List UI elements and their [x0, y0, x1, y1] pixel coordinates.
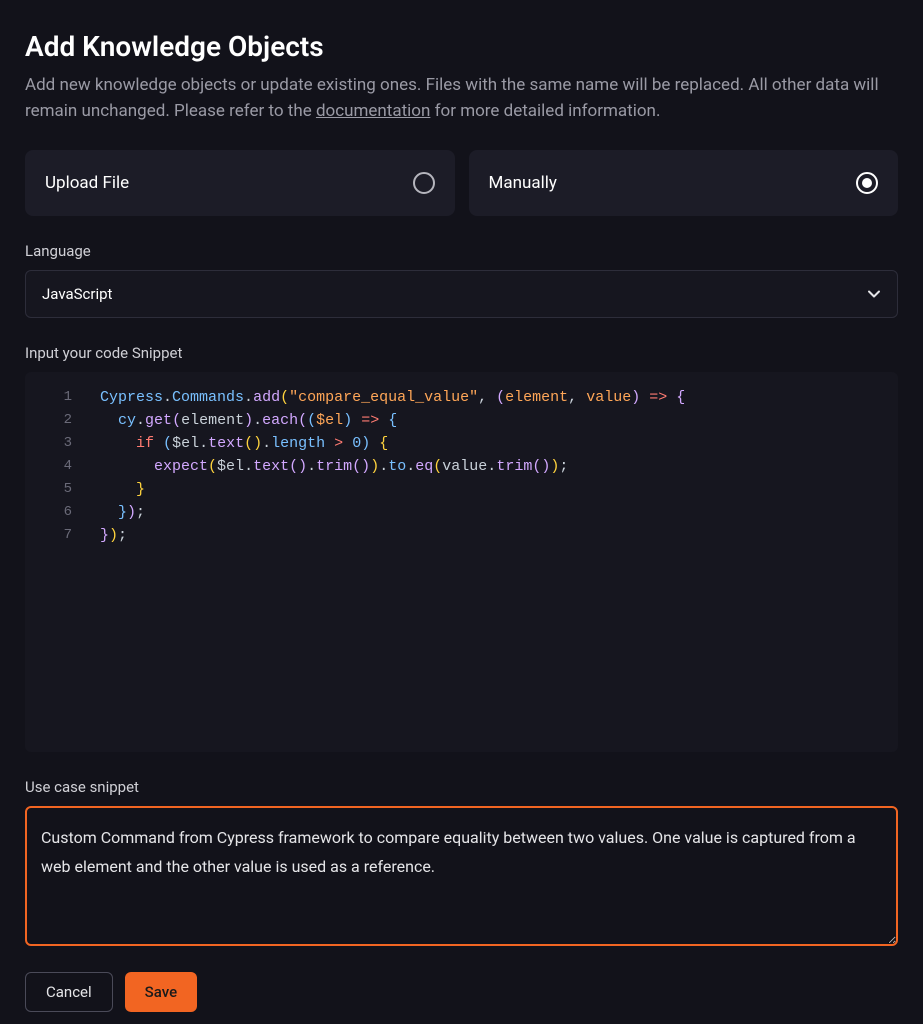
line-number: 4	[25, 455, 100, 478]
subtitle-text-after: for more detailed information.	[430, 101, 660, 121]
code-line-4: expect($el.text().trim()).to.eq(value.tr…	[100, 455, 568, 478]
radio-selected-icon	[856, 172, 878, 194]
line-number: 3	[25, 432, 100, 455]
language-select[interactable]: JavaScript	[25, 270, 898, 318]
line-number: 6	[25, 501, 100, 524]
cancel-button[interactable]: Cancel	[25, 972, 113, 1012]
line-number: 2	[25, 409, 100, 432]
documentation-link[interactable]: documentation	[316, 101, 430, 121]
code-line-5: }	[100, 478, 145, 501]
line-number: 5	[25, 478, 100, 501]
code-editor[interactable]: 1 Cypress.Commands.add("compare_equal_va…	[25, 372, 898, 752]
usecase-label: Use case snippet	[25, 778, 898, 796]
upload-file-option[interactable]: Upload File	[25, 150, 455, 216]
usecase-textarea[interactable]	[25, 806, 898, 946]
manually-option[interactable]: Manually	[469, 150, 899, 216]
language-label: Language	[25, 242, 898, 260]
line-number: 1	[25, 386, 100, 409]
language-value: JavaScript	[42, 285, 112, 303]
line-number: 7	[25, 524, 100, 547]
save-button[interactable]: Save	[125, 972, 197, 1012]
code-line-3: if ($el.text().length > 0) {	[100, 432, 388, 455]
page-subtitle: Add new knowledge objects or update exis…	[25, 73, 898, 124]
code-line-2: cy.get(element).each(($el) => {	[100, 409, 397, 432]
code-line-1: Cypress.Commands.add("compare_equal_valu…	[100, 386, 685, 409]
chevron-down-icon	[867, 287, 881, 301]
code-line-6: });	[100, 501, 145, 524]
manually-label: Manually	[489, 173, 557, 193]
radio-unselected-icon	[413, 172, 435, 194]
input-mode-selector: Upload File Manually	[25, 150, 898, 216]
code-snippet-label: Input your code Snippet	[25, 344, 898, 362]
action-buttons: Cancel Save	[25, 972, 898, 1012]
upload-file-label: Upload File	[45, 173, 129, 193]
page-title: Add Knowledge Objects	[25, 30, 898, 63]
code-line-7: });	[100, 524, 127, 547]
